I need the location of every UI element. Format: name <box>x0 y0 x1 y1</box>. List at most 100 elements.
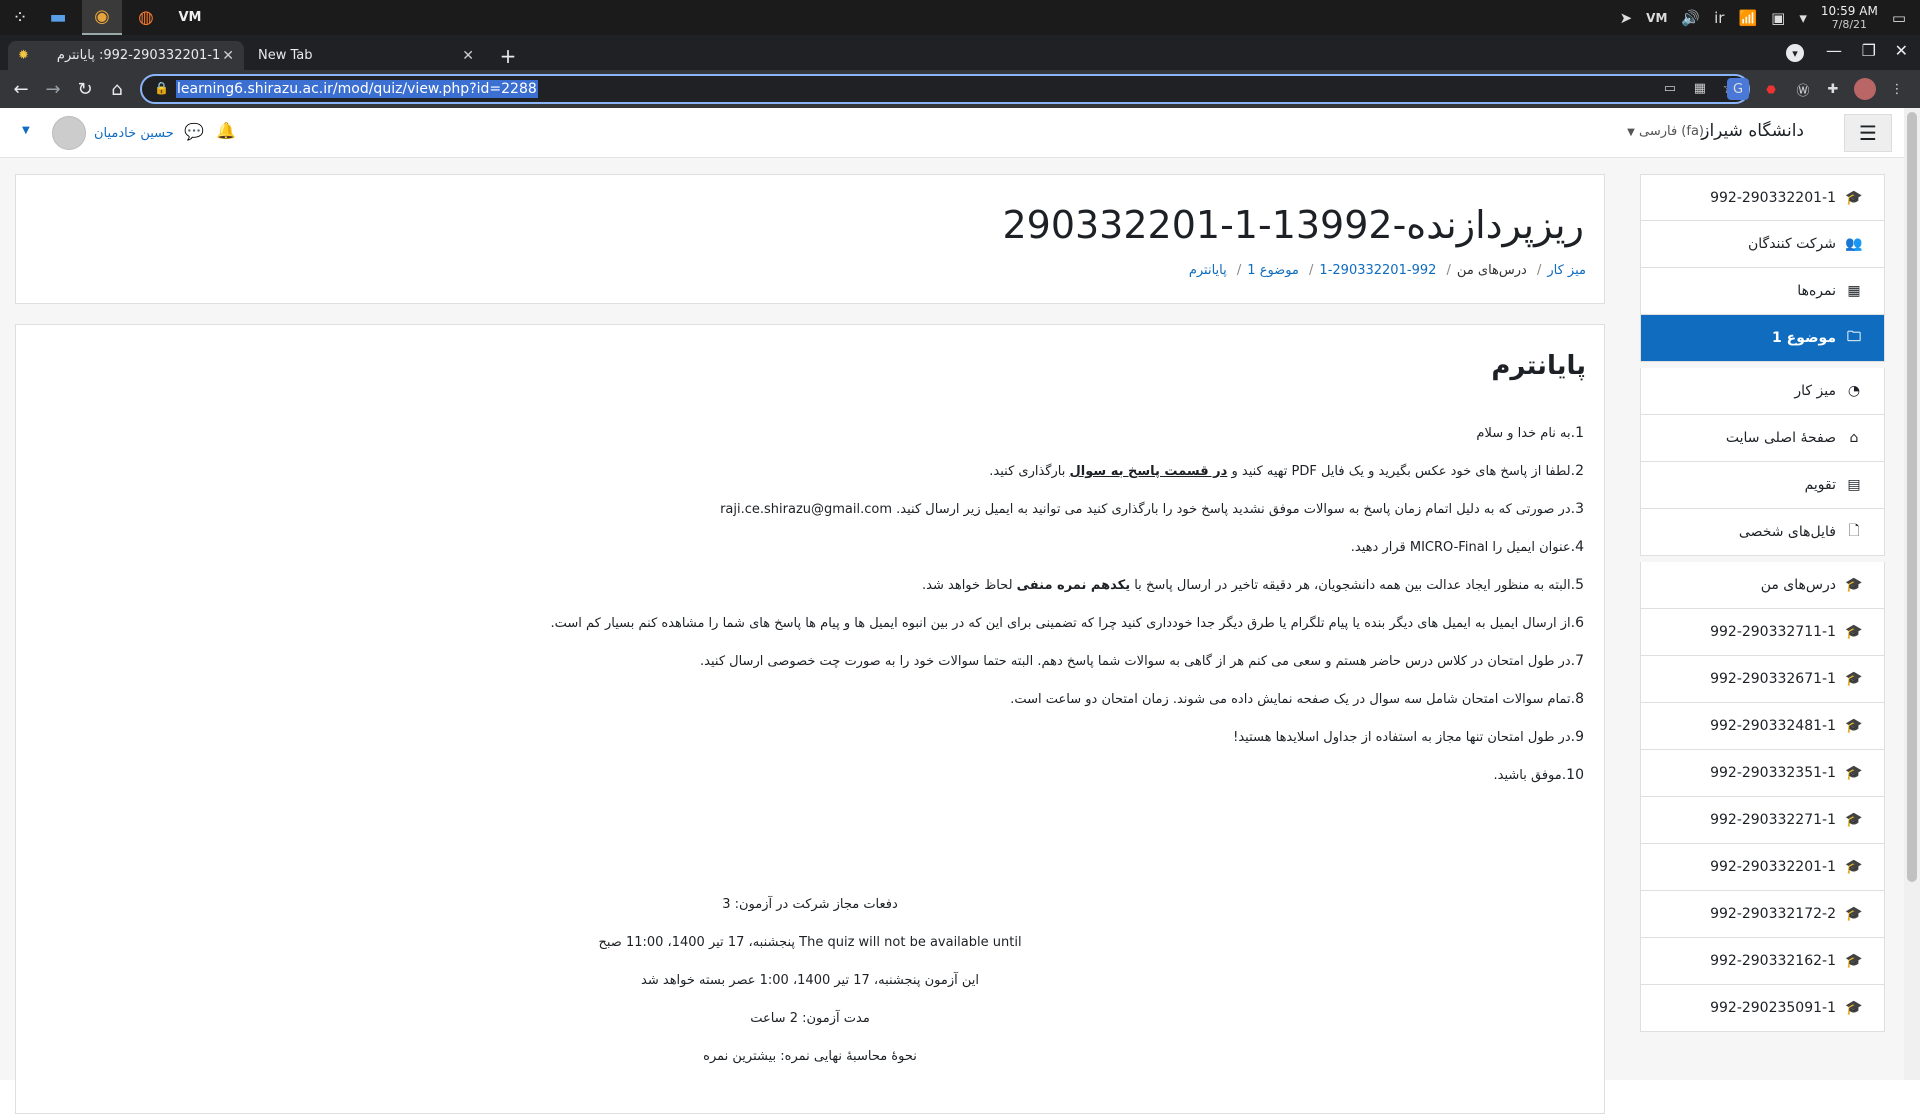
extension-icon[interactable]: Ⓦ <box>1792 78 1814 100</box>
browser-tab-active[interactable]: ✹ 992-290332201-1: پایانترم ✕ <box>8 41 244 70</box>
browser-tab-new[interactable]: New Tab ✕ <box>248 41 484 70</box>
sidebar-item[interactable]: 992-290332671-1 🎓 <box>1640 656 1885 703</box>
sidebar-item[interactable]: میز کار ◔ <box>1640 368 1885 415</box>
folder-icon: 🗀 <box>1847 329 1861 345</box>
chrome-menu-icon[interactable]: ⋮ <box>1886 78 1908 100</box>
translate-extension-icon[interactable]: G <box>1727 78 1749 100</box>
table-icon: ▦ <box>1847 283 1861 299</box>
close-tab-icon[interactable]: ✕ <box>462 48 474 64</box>
breadcrumb-quiz[interactable]: پایانترم <box>1189 263 1227 278</box>
sidebar-item[interactable]: موضوع 1 🗀 <box>1640 315 1885 362</box>
close-window-icon[interactable]: ✕ <box>1895 41 1908 60</box>
sidebar-item-label: 992-290332172-2 <box>1710 906 1836 922</box>
volume-icon[interactable]: 🔊 <box>1681 9 1700 27</box>
sidebar-item[interactable]: 992-290332162-1 🎓 <box>1640 938 1885 985</box>
site-navbar: ☰ دانشگاه شیراز ▼ فارسی ‎(fa)‎ ▼ حسین خا… <box>0 108 1904 158</box>
notifications-icon[interactable]: ▭ <box>1892 9 1906 27</box>
tray-chevron-icon[interactable]: ▾ <box>1799 9 1807 27</box>
page-scrollbar[interactable] <box>1904 108 1920 1080</box>
sidebar-item[interactable]: شرکت کنندگان 👥 <box>1640 221 1885 268</box>
sidebar-item[interactable]: نمره‌ها ▦ <box>1640 268 1885 315</box>
minimize-icon[interactable]: — <box>1826 41 1842 60</box>
lock-icon[interactable]: 🔒 <box>154 81 169 95</box>
os-taskbar: ⁘ ▬ ◉ ◍ VM ➤ VM 🔊 ir 📶 ▣ ▾ 10:59 AM 7/8/… <box>0 0 1920 35</box>
restore-icon[interactable]: ❐ <box>1862 41 1876 60</box>
sidebar-item-label: تقویم <box>1804 477 1836 493</box>
quiz-rule: 3.در صورتی که به دلیل اتمام زمان پاسخ به… <box>720 501 1584 517</box>
vm-app-icon[interactable]: VM <box>170 0 210 35</box>
quiz-close-time: این آزمون پنجشنبه، 17 تیر 1400، 1:00 عصر… <box>641 973 979 988</box>
user-menu[interactable]: حسین خادمیان <box>52 116 174 150</box>
sidebar-item-label: نمره‌ها <box>1797 283 1836 299</box>
quiz-open-time: The quiz will not be available until پنج… <box>598 935 1022 950</box>
messages-icon[interactable]: 💬 <box>184 122 204 141</box>
sidebar-item[interactable]: صفحهٔ اصلی سایت ⌂ <box>1640 415 1885 462</box>
quiz-rule: 8.تمام سوالات امتحان شامل سه سوال در یک … <box>1010 691 1584 707</box>
notifications-bell-icon[interactable]: 🔔 <box>216 121 236 140</box>
sidebar-item[interactable]: فایل‌های شخصی 🗋 <box>1640 509 1885 556</box>
clock[interactable]: 10:59 AM 7/8/21 <box>1821 4 1878 31</box>
sidebar-item[interactable]: 992-290332481-1 🎓 <box>1640 703 1885 750</box>
site-name[interactable]: دانشگاه شیراز <box>1701 121 1804 141</box>
keyboard-layout[interactable]: ir <box>1714 9 1724 27</box>
sidebar-item-label: 992-290332711-1 <box>1710 624 1836 640</box>
browser-toolbar: ← → ↻ ⌂ 🔒 learning6.shirazu.ac.ir/mod/qu… <box>0 70 1920 108</box>
graduation-cap-icon: 🎓 <box>1845 906 1863 922</box>
vm-tray-icon[interactable]: VM <box>1646 11 1667 25</box>
forward-icon[interactable]: → <box>40 76 66 102</box>
breadcrumb-course[interactable]: 992-290332201-1 <box>1319 263 1436 278</box>
back-icon[interactable]: ← <box>8 76 34 102</box>
page-header: ریزپردازنده-13992-1-290332201 میز کار/ د… <box>15 174 1605 304</box>
firefox-app-icon[interactable]: ◍ <box>126 0 166 35</box>
tab-search-icon[interactable]: ▾ <box>1786 44 1804 62</box>
sidebar-item-label: 992-290332201-1 <box>1710 189 1836 206</box>
sidebar-item-label: 992-290332481-1 <box>1710 718 1836 734</box>
display-icon[interactable]: ▣ <box>1771 9 1785 27</box>
language-menu[interactable]: ▼ فارسی ‎(fa)‎ <box>1627 124 1704 139</box>
profile-avatar-icon[interactable] <box>1854 78 1876 100</box>
new-tab-button[interactable]: + <box>492 41 524 70</box>
sidebar-item[interactable]: 992-290332271-1 🎓 <box>1640 797 1885 844</box>
close-tab-icon[interactable]: ✕ <box>222 48 234 64</box>
telegram-icon[interactable]: ➤ <box>1620 9 1633 27</box>
quiz-rule: 7.در طول امتحان در کلاس درس حاضر هستم و … <box>700 653 1584 669</box>
sidebar-item-label: صفحهٔ اصلی سایت <box>1725 430 1836 446</box>
calendar-icon: ▤ <box>1847 477 1861 493</box>
scrollbar-thumb[interactable] <box>1907 112 1917 882</box>
url-text[interactable]: learning6.shirazu.ac.ir/mod/quiz/view.ph… <box>176 80 538 98</box>
sidebar-item[interactable]: 992-290332711-1 🎓 <box>1640 609 1885 656</box>
sidebar-item[interactable]: 992-290332201-1 🎓 <box>1640 174 1885 221</box>
quiz-attempts-allowed: دفعات مجاز شرکت در آزمون: 3 <box>722 897 898 912</box>
graduation-cap-icon: 🎓 <box>1845 624 1863 640</box>
sidebar-item-label: 992-290235091-1 <box>1710 1000 1836 1016</box>
user-menu-chevron-icon[interactable]: ▼ <box>22 125 30 136</box>
sidebar-item-label: 992-290332351-1 <box>1710 765 1836 781</box>
sidebar-item[interactable]: درس‌های من 🎓 <box>1640 562 1885 609</box>
chrome-app-icon[interactable]: ◉ <box>82 0 122 35</box>
file-manager-icon[interactable]: ▬ <box>38 0 78 35</box>
qr-icon[interactable]: ▦ <box>1694 81 1706 96</box>
graduation-cap-icon: 🎓 <box>1845 671 1863 687</box>
drawer-toggle-icon[interactable]: ☰ <box>1844 114 1892 152</box>
breadcrumb-topic[interactable]: موضوع 1 <box>1247 263 1299 278</box>
sidebar-item-label: شرکت کنندگان <box>1748 236 1836 252</box>
cast-icon[interactable]: ▭ <box>1664 81 1676 96</box>
wifi-icon[interactable]: 📶 <box>1738 9 1757 27</box>
sidebar-item[interactable]: 992-290332351-1 🎓 <box>1640 750 1885 797</box>
sidebar-item[interactable]: 992-290332201-1 🎓 <box>1640 844 1885 891</box>
launcher-icon[interactable]: ⁘ <box>0 0 40 35</box>
ublock-extension-icon[interactable]: ⬣ <box>1760 78 1782 100</box>
sidebar-item[interactable]: تقویم ▤ <box>1640 462 1885 509</box>
breadcrumb-dashboard[interactable]: میز کار <box>1547 263 1586 278</box>
quiz-rule: 6.از ارسال ایمیل به ایمیل های دیگر بنده … <box>550 615 1585 631</box>
sidebar-item[interactable]: 992-290332172-2 🎓 <box>1640 891 1885 938</box>
quiz-grading-method: نحوهٔ محاسبهٔ نهایی نمره: بیشترین نمره <box>703 1049 917 1064</box>
sidebar-item[interactable]: 992-290235091-1 🎓 <box>1640 985 1885 1032</box>
quiz-rule: 10.موفق باشید. <box>1493 767 1585 783</box>
browser-tab-strip: ✹ 992-290332201-1: پایانترم ✕ New Tab ✕ … <box>0 35 1920 70</box>
home-icon[interactable]: ⌂ <box>104 76 130 102</box>
address-bar[interactable]: 🔒 learning6.shirazu.ac.ir/mod/quiz/view.… <box>140 74 1750 104</box>
reload-icon[interactable]: ↻ <box>72 76 98 102</box>
extensions-puzzle-icon[interactable]: ✚ <box>1822 78 1844 100</box>
tab-title: 992-290332201-1: پایانترم <box>56 48 221 63</box>
